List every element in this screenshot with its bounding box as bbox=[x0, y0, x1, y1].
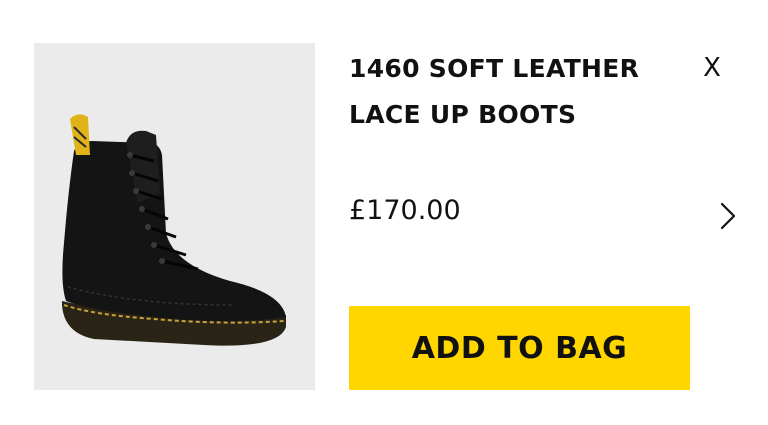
product-image bbox=[34, 43, 315, 390]
chevron-right-icon bbox=[720, 202, 736, 230]
product-title: 1460 SOFT LEATHER LACE UP BOOTS bbox=[349, 54, 640, 129]
product-price: £170.00 bbox=[349, 195, 461, 226]
boot-illustration bbox=[62, 114, 287, 346]
close-button[interactable]: X bbox=[696, 52, 728, 84]
next-button[interactable] bbox=[712, 198, 742, 234]
close-icon: X bbox=[703, 53, 721, 83]
add-to-bag-button[interactable]: ADD TO BAG bbox=[349, 306, 690, 390]
